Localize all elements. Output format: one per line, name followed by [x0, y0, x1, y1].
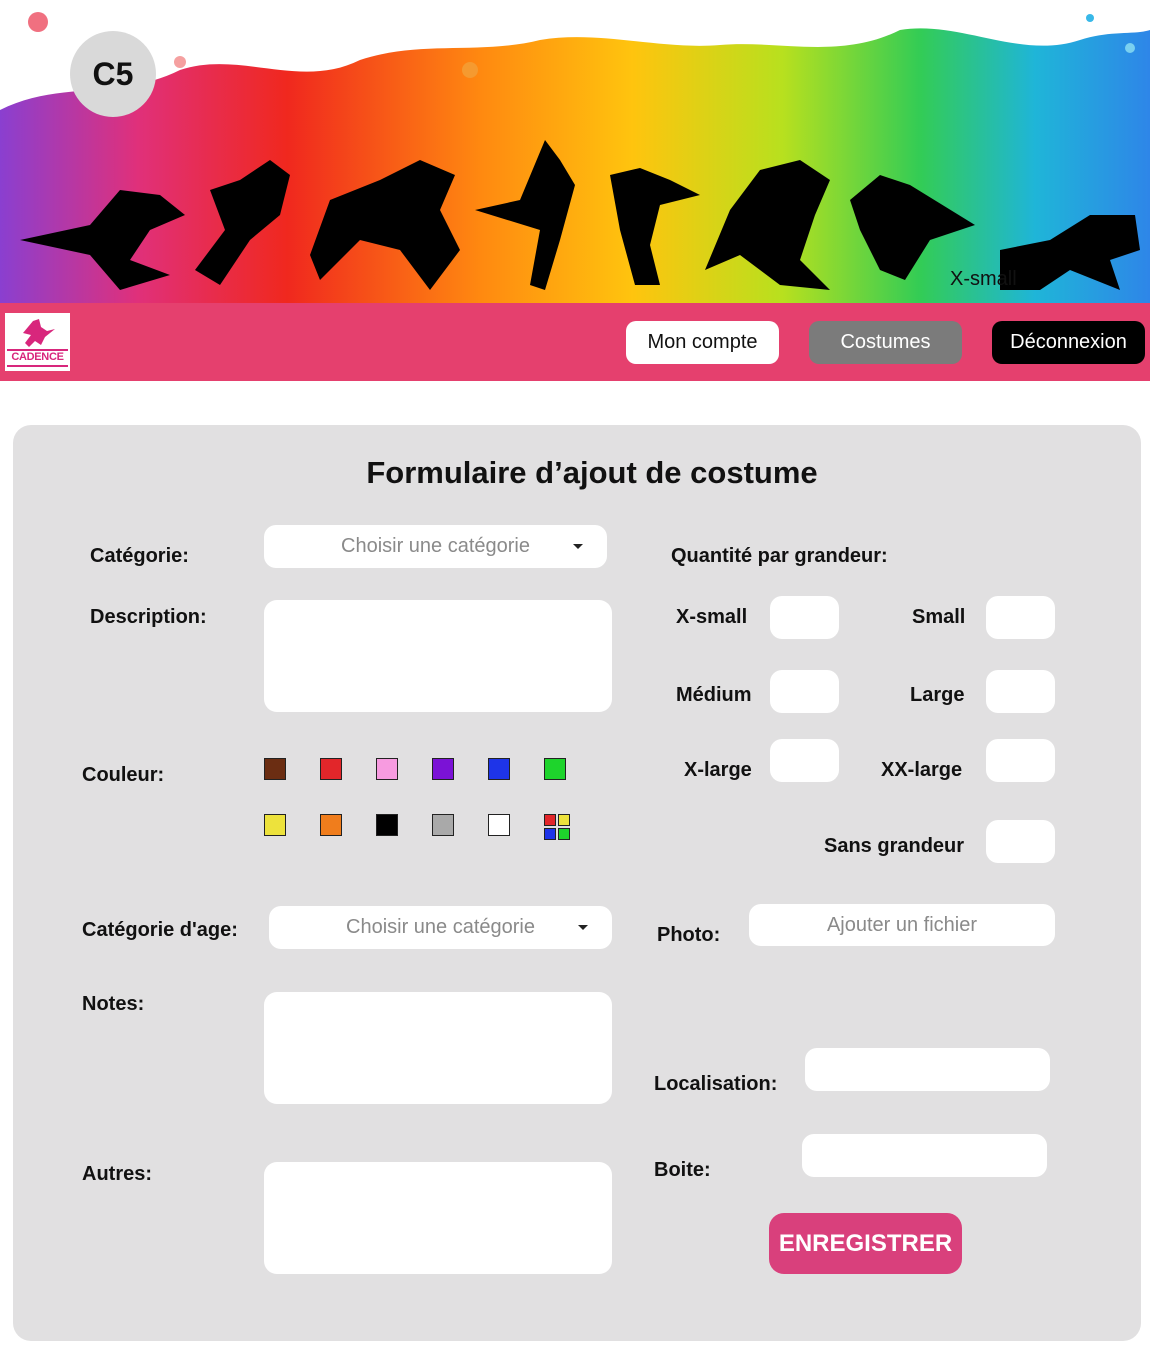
qty-none-input[interactable] — [986, 820, 1055, 863]
add-file-button[interactable]: Ajouter un fichier — [749, 904, 1055, 946]
dancer-logo-icon — [23, 319, 55, 347]
category-select[interactable]: Choisir une catégorie — [264, 525, 607, 568]
category-select-value: Choisir une catégorie — [341, 535, 530, 557]
save-button[interactable]: ENREGISTRER — [769, 1213, 962, 1274]
qty-xlarge-input[interactable] — [770, 739, 839, 782]
logo-rule-top — [7, 349, 68, 351]
color-swatch[interactable] — [320, 758, 342, 780]
age-category-select-value: Choisir une catégorie — [346, 916, 535, 938]
notes-label: Notes: — [82, 993, 145, 1015]
color-swatch[interactable] — [264, 758, 286, 780]
multicolor-swatch-cell — [558, 814, 570, 826]
hero-banner: C5 X-small — [0, 0, 1150, 303]
quantity-per-size-label: Quantité par grandeur: — [671, 545, 888, 567]
qty-xxlarge-input[interactable] — [986, 739, 1055, 782]
color-swatch[interactable] — [544, 758, 566, 780]
multicolor-swatch[interactable] — [544, 814, 570, 840]
size-medium-label: Médium — [676, 684, 752, 706]
costumes-button[interactable]: Costumes — [809, 321, 962, 364]
color-swatch[interactable] — [376, 758, 398, 780]
color-swatch[interactable] — [432, 758, 454, 780]
cadence-logo[interactable]: CADENCE — [5, 313, 70, 371]
color-swatch[interactable] — [432, 814, 454, 836]
qty-medium-input[interactable] — [770, 670, 839, 713]
age-category-select[interactable]: Choisir une catégorie — [269, 906, 612, 949]
chevron-down-icon — [573, 544, 583, 549]
logout-button[interactable]: Déconnexion — [992, 321, 1145, 364]
navbar: CADENCE Mon compte Costumes Déconnexion — [0, 303, 1150, 381]
photo-label: Photo: — [657, 924, 721, 946]
qty-small-input[interactable] — [986, 596, 1055, 639]
logo-rule-bottom — [7, 365, 68, 367]
add-file-label: Ajouter un fichier — [826, 913, 978, 936]
costume-form-card: Formulaire d’ajout de costume Catégorie:… — [13, 425, 1141, 1341]
color-swatch[interactable] — [376, 814, 398, 836]
qty-large-input[interactable] — [986, 670, 1055, 713]
size-xxlarge-label: XX-large — [881, 759, 963, 781]
color-swatch[interactable] — [488, 758, 510, 780]
form-title: Formulaire d’ajout de costume — [366, 455, 818, 490]
size-large-label: Large — [910, 684, 965, 706]
multicolor-swatch-cell — [544, 828, 556, 840]
others-textarea[interactable] — [264, 1162, 612, 1274]
color-swatch[interactable] — [320, 814, 342, 836]
c5-badge: C5 — [70, 31, 156, 117]
box-label: Boite: — [654, 1159, 711, 1181]
logo-text: CADENCE — [11, 351, 64, 363]
box-input[interactable] — [802, 1134, 1047, 1177]
size-xlarge-label: X-large — [684, 759, 752, 781]
color-swatch[interactable] — [264, 814, 286, 836]
color-label: Couleur: — [82, 764, 165, 786]
category-label: Catégorie: — [90, 545, 189, 567]
multicolor-swatch-cell — [558, 828, 570, 840]
description-textarea[interactable] — [264, 600, 612, 712]
multicolor-swatch-cell — [544, 814, 556, 826]
size-small-label: Small — [912, 606, 966, 628]
notes-textarea[interactable] — [264, 992, 612, 1104]
paint-splash-illustration — [0, 12, 1150, 303]
size-xsmall-label: X-small — [676, 606, 748, 628]
age-category-label: Catégorie d'age: — [82, 919, 238, 941]
chevron-down-icon — [578, 925, 588, 930]
location-label: Localisation: — [654, 1073, 778, 1095]
size-none-label: Sans grandeur — [824, 835, 965, 857]
others-label: Autres: — [82, 1163, 153, 1185]
location-input[interactable] — [805, 1048, 1050, 1091]
banner-stray-label: X-small — [950, 268, 1017, 290]
my-account-button[interactable]: Mon compte — [626, 321, 779, 364]
color-swatch[interactable] — [488, 814, 510, 836]
qty-xsmall-input[interactable] — [770, 596, 839, 639]
description-label: Description: — [90, 606, 207, 628]
